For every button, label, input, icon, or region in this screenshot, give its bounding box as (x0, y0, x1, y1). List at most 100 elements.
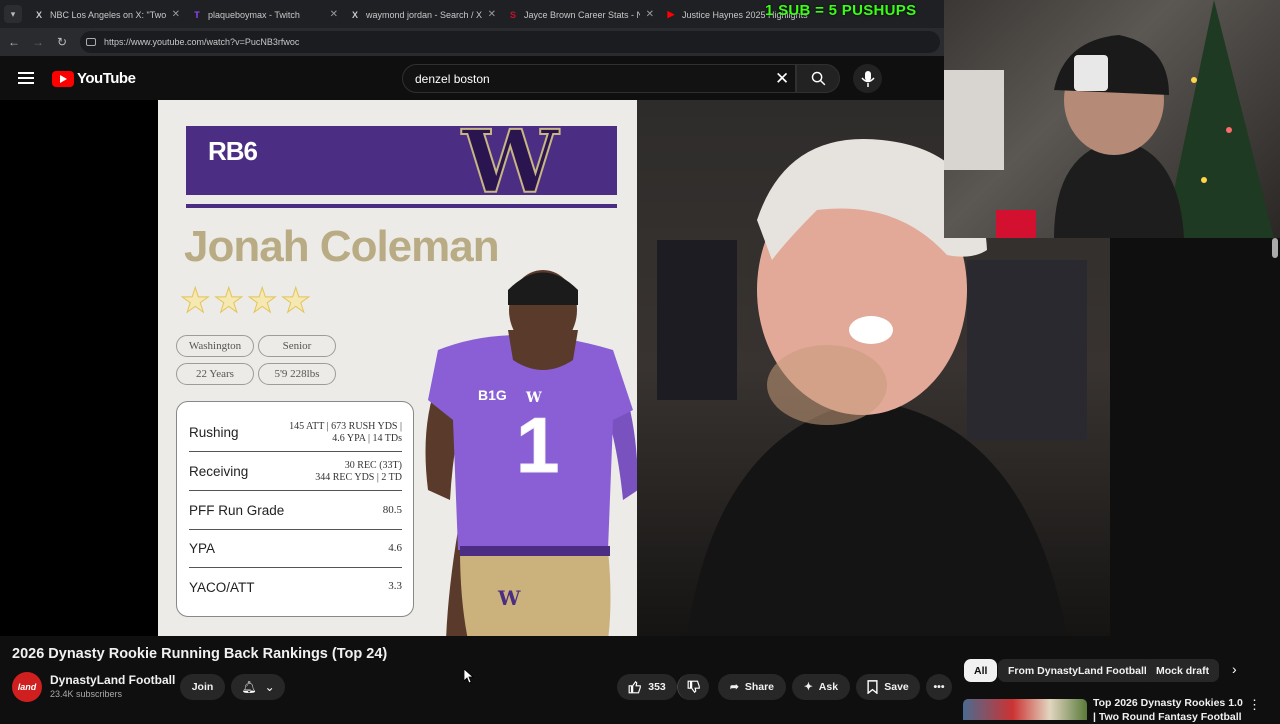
school-pill: Washington (176, 335, 254, 357)
channel-name[interactable]: DynastyLand Football (50, 673, 175, 687)
ask-button[interactable]: ✦ Ask (792, 674, 850, 700)
webcam-overlay (944, 0, 1280, 238)
share-label: Share (744, 681, 774, 693)
reload-icon[interactable]: ↻ (54, 34, 70, 50)
video-title: 2026 Dynasty Rookie Running Back Ranking… (12, 646, 388, 662)
browser-tab-1[interactable]: X NBC Los Angeles on X: "Two m ✕ (28, 3, 186, 26)
tab-search-button[interactable]: ▾ (4, 5, 22, 23)
player-photo: 1 B1G W W (425, 270, 637, 636)
browser-tab-3[interactable]: X waymond jordan - Search / X ✕ (344, 3, 502, 26)
player-ranking-card: RB6 W Jonah Coleman ★ ★ ★ ★ Washington S… (158, 100, 637, 636)
more-vertical-icon[interactable]: ⋮ (1248, 697, 1261, 713)
thumbs-up-icon (628, 680, 642, 694)
size-pill: 5'9 228lbs (258, 363, 336, 385)
bookmark-icon (867, 680, 878, 694)
jersey-number: 1 (516, 401, 559, 489)
stat-label: YACO/ATT (189, 579, 255, 595)
svg-text:W: W (497, 586, 521, 610)
sparkle-icon: ✦ (803, 681, 813, 693)
stat-row: Rushing 145 ATT | 673 RUSH YDS | 4.6 YPA … (189, 414, 402, 452)
recommended-video-thumbnail[interactable] (963, 699, 1087, 720)
channel-avatar[interactable]: land (12, 672, 42, 702)
star-icon: ★ (246, 282, 278, 320)
star-icon: ★ (179, 282, 211, 320)
save-button[interactable]: Save (856, 674, 920, 700)
stat-label: PFF Run Grade (189, 503, 285, 518)
ask-label: Ask (818, 681, 839, 693)
twitch-icon: T (194, 9, 200, 20)
url-field[interactable]: https://www.youtube.com/watch?v=PucNB3rf… (80, 31, 940, 53)
stats-site-icon: S (509, 9, 516, 20)
more-actions-button[interactable]: ••• (926, 674, 952, 700)
close-icon[interactable]: ✕ (646, 9, 654, 20)
search-input[interactable]: denzel boston (402, 64, 796, 93)
youtube-wordmark: YouTube (77, 70, 136, 87)
chevron-down-icon: ⌄ (264, 680, 275, 694)
menu-icon[interactable] (18, 72, 34, 84)
tab-title: plaqueboymax - Twitch (208, 9, 300, 20)
star-icon: ★ (213, 282, 245, 320)
youtube-icon: ▶ (667, 9, 675, 19)
search-button[interactable] (796, 64, 840, 93)
stat-label: YPA (189, 541, 216, 556)
star-rating: ★ ★ ★ ★ (179, 282, 312, 320)
like-button[interactable]: 353 (617, 674, 677, 700)
share-icon: ➦ (730, 681, 739, 693)
class-pill: Senior (258, 335, 336, 357)
join-button[interactable]: Join (180, 674, 225, 700)
close-icon[interactable]: ✕ (330, 9, 338, 20)
washington-w-logo: W (461, 112, 560, 213)
right-sidebar-space (1110, 238, 1280, 636)
save-label: Save (884, 681, 909, 693)
browser-tab-4[interactable]: S Jayce Brown Career Stats - NCA ✕ (502, 3, 660, 26)
tab-title: waymond jordan - Search / X (366, 9, 482, 20)
notifications-button[interactable]: 🔔︎ ⌄ (231, 674, 285, 700)
stat-row: Receiving 30 REC (33T) 344 REC YDS | 2 TD (189, 453, 402, 491)
forward-arrow-icon[interactable]: → (30, 34, 46, 50)
webcam-image (944, 0, 1274, 238)
thumbs-down-icon (687, 680, 700, 694)
stat-label: Receiving (189, 464, 249, 479)
mouse-cursor-icon (464, 669, 474, 683)
subscriber-count: 23.4K subscribers (50, 689, 123, 699)
voice-search-button[interactable] (853, 64, 882, 93)
stat-row: YACO/ATT 3.3 (189, 568, 402, 606)
stat-row: PFF Run Grade 80.5 (189, 492, 402, 530)
age-pill: 22 Years (176, 363, 254, 385)
close-icon[interactable]: ✕ (172, 9, 180, 20)
tab-title: NBC Los Angeles on X: "Two m (50, 9, 166, 20)
tab-title: Jayce Brown Career Stats - NCA (524, 9, 640, 20)
address-bar-row: ← → ↻ https://www.youtube.com/watch?v=Pu… (0, 28, 944, 56)
stat-value: 145 ATT | 673 RUSH YDS | 4.6 YPA | 14 TDs (289, 420, 402, 444)
chip-mock-draft[interactable]: Mock draft (1146, 659, 1220, 682)
close-icon[interactable]: ✕ (488, 9, 496, 20)
youtube-play-icon (52, 70, 74, 87)
stream-overlay-text: 1 SUB = 5 PUSHUPS (765, 2, 917, 19)
position-rank: RB6 (208, 136, 258, 166)
star-icon: ★ (280, 282, 312, 320)
youtube-logo[interactable]: YouTube (52, 70, 136, 87)
bell-icon: 🔔︎ (241, 680, 257, 694)
microphone-icon (860, 70, 875, 87)
svg-text:W: W (525, 390, 542, 406)
more-icon: ••• (933, 681, 945, 693)
chevron-right-icon[interactable]: › (1232, 661, 1237, 677)
dislike-button[interactable] (677, 674, 709, 700)
svg-text:B1G: B1G (478, 387, 507, 403)
x-icon: X (35, 9, 42, 20)
stat-label: Rushing (189, 425, 239, 440)
browser-tab-2[interactable]: T plaqueboymax - Twitch ✕ (186, 3, 344, 26)
stat-row: YPA 4.6 (189, 530, 402, 568)
stats-table: Rushing 145 ATT | 673 RUSH YDS | 4.6 YPA … (176, 401, 414, 617)
scrollbar-thumb[interactable] (1272, 238, 1278, 258)
divider (186, 204, 617, 208)
search-icon (811, 71, 825, 86)
chip-from-channel[interactable]: From DynastyLand Football (998, 659, 1157, 682)
share-button[interactable]: ➦ Share (718, 674, 786, 700)
back-arrow-icon[interactable]: ← (6, 34, 22, 50)
like-count: 353 (648, 681, 666, 693)
rank-banner: RB6 W (186, 119, 617, 207)
chip-all[interactable]: All (964, 659, 998, 682)
site-info-icon[interactable] (86, 38, 96, 46)
clear-search-icon[interactable]: ✕ (775, 69, 789, 89)
